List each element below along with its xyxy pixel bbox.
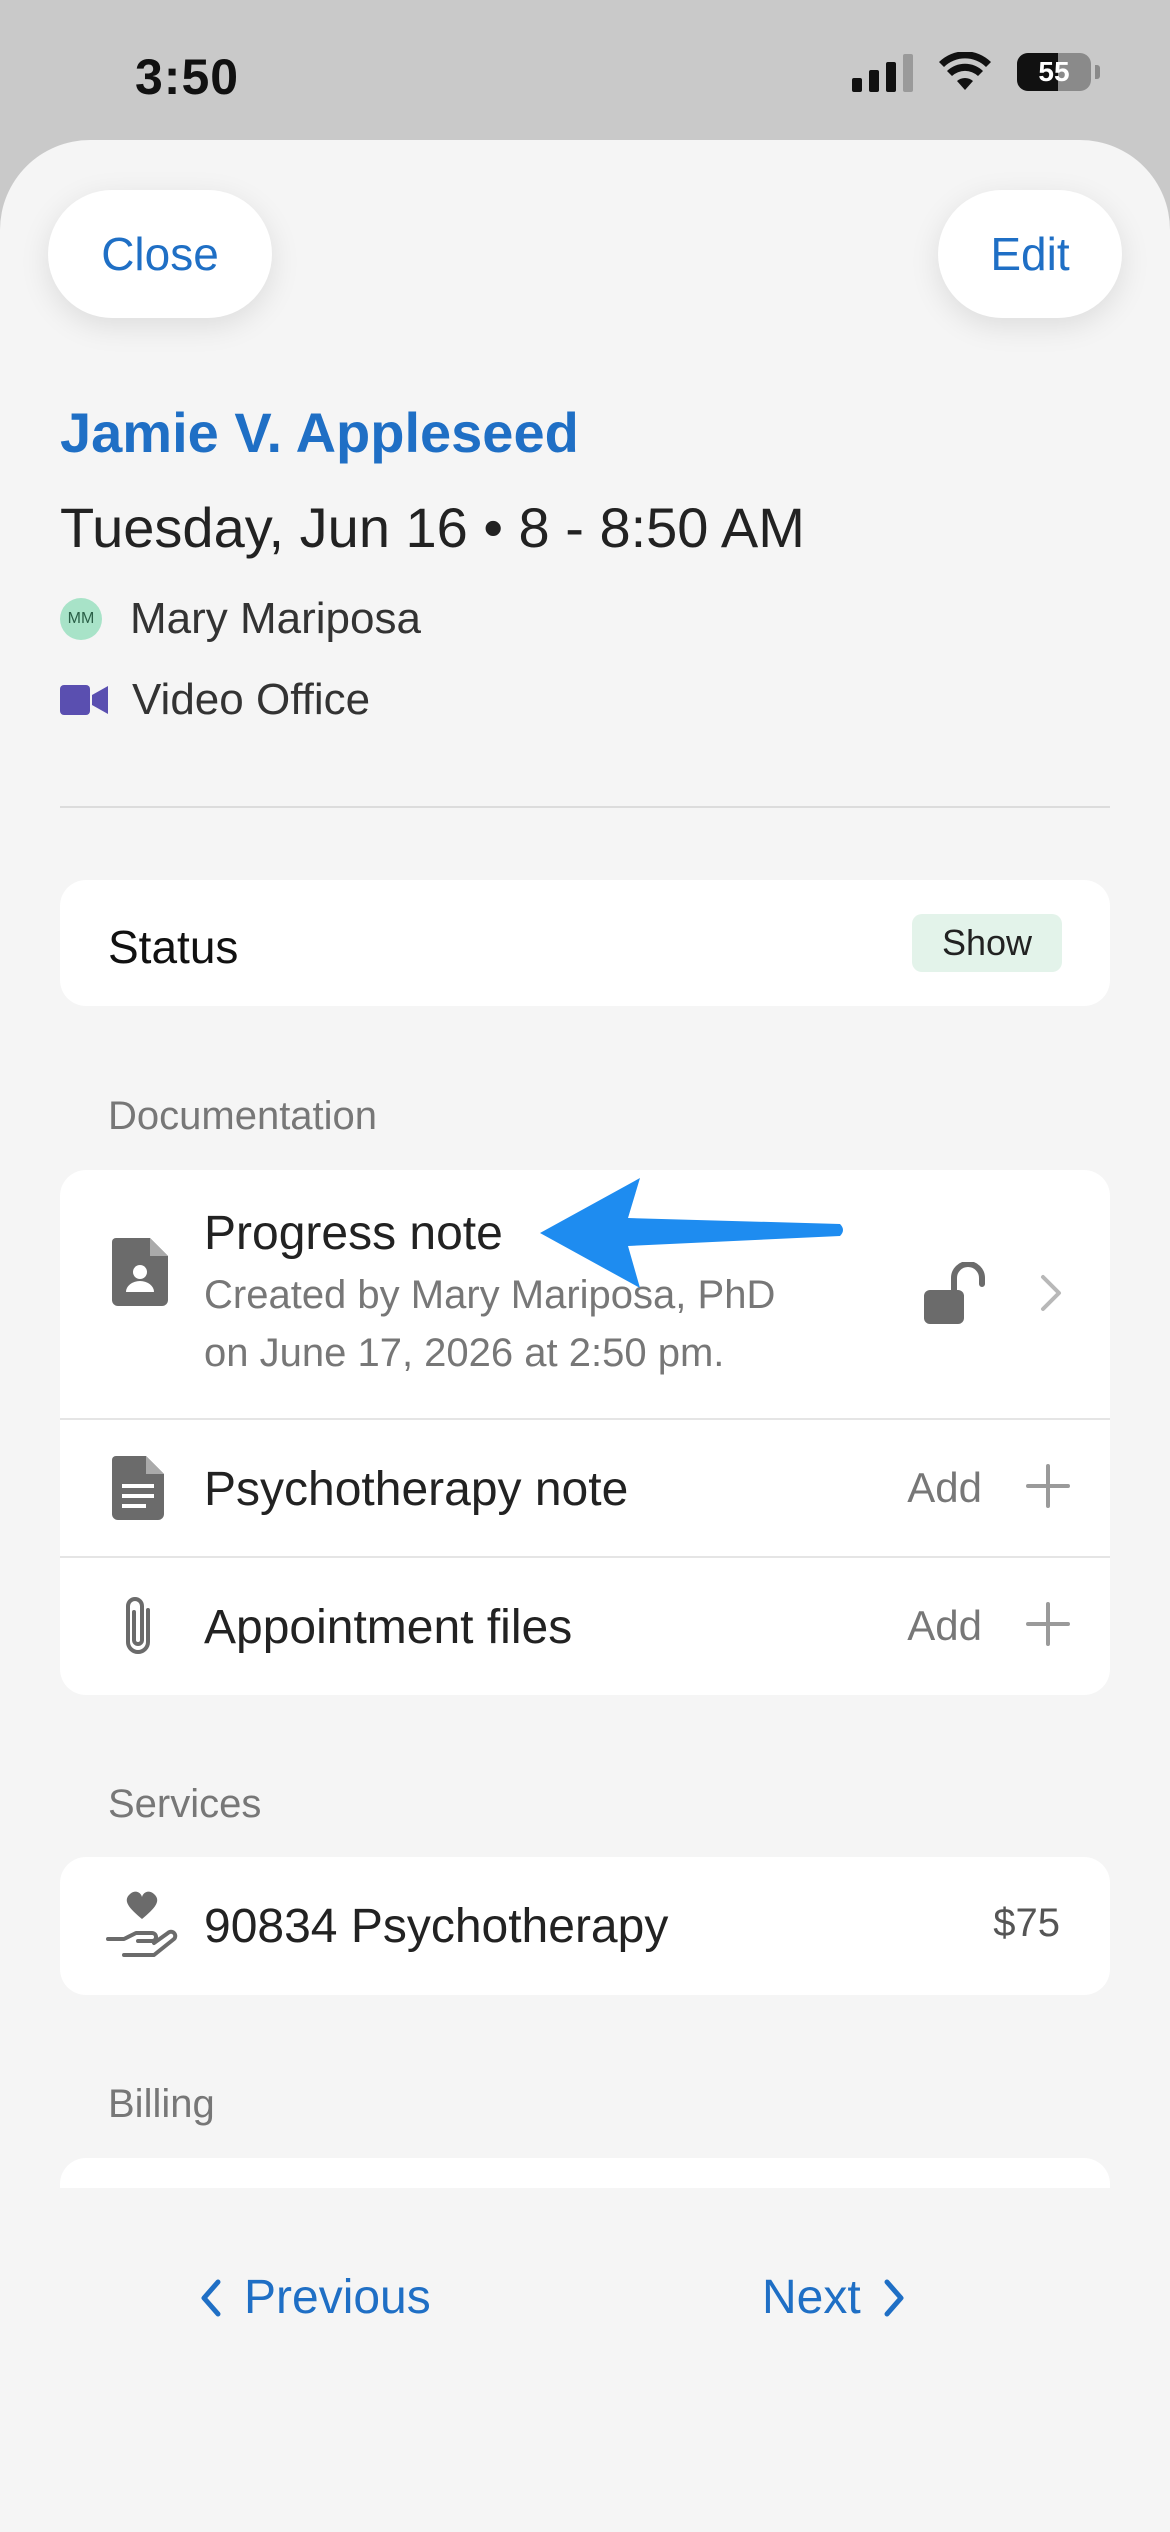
annotation-arrow-icon <box>540 1178 843 1288</box>
chevron-right-icon <box>884 2279 904 2316</box>
status-card[interactable]: Status Show <box>60 880 1110 1006</box>
location-row: Video Office <box>60 675 370 725</box>
status-bar: 3:50 55 <box>0 0 1170 140</box>
video-camera-icon <box>60 685 108 715</box>
appointment-files-row[interactable]: Appointment files Add <box>60 1556 1110 1695</box>
cellular-signal-icon <box>852 52 913 92</box>
paperclip-icon <box>126 1597 150 1654</box>
status-icons: 55 <box>852 52 1100 92</box>
next-label: Next <box>762 2271 861 2324</box>
psychotherapy-note-title: Psychotherapy note <box>204 1463 629 1516</box>
wifi-icon <box>939 52 991 90</box>
billing-section-label: Billing <box>108 2082 215 2126</box>
psychotherapy-note-add-label[interactable]: Add <box>907 1464 982 1512</box>
status-time: 3:50 <box>135 49 240 105</box>
divider <box>60 806 1110 808</box>
plus-icon[interactable] <box>1026 1464 1070 1508</box>
service-price: $75 <box>993 1901 1060 1945</box>
chevron-left-icon <box>201 2279 221 2316</box>
services-section-label: Services <box>108 1782 262 1826</box>
edit-button[interactable]: Edit <box>938 190 1122 318</box>
progress-note-created-date: on June 17, 2026 at 2:50 pm. <box>204 1331 725 1375</box>
previous-label: Previous <box>244 2271 431 2324</box>
service-name: 90834 Psychotherapy <box>204 1900 669 1953</box>
appointment-files-title: Appointment files <box>204 1601 573 1654</box>
previous-button[interactable]: Previous <box>200 2270 431 2325</box>
progress-note-icon <box>112 1238 168 1306</box>
footer-bar <box>0 2188 1170 2532</box>
avatar: MM <box>60 598 102 640</box>
battery-icon: 55 <box>1017 53 1091 91</box>
client-name-link[interactable]: Jamie V. Appleseed <box>60 400 579 465</box>
document-icon <box>112 1456 164 1520</box>
service-item[interactable]: 90834 Psychotherapy $75 <box>60 1857 1110 1995</box>
unlock-icon <box>924 1262 985 1324</box>
plus-icon[interactable] <box>1026 1602 1070 1646</box>
location-label: Video Office <box>132 675 371 724</box>
clinician-row: MM Mary Mariposa <box>60 594 421 644</box>
heart-hand-icon <box>106 1891 178 1957</box>
close-button[interactable]: Close <box>48 190 272 318</box>
chevron-right-icon <box>1041 1275 1061 1311</box>
billing-card[interactable] <box>60 2158 1110 2190</box>
appointment-datetime: Tuesday, Jun 16 • 8 - 8:50 AM <box>60 496 805 559</box>
clinician-name: Mary Mariposa <box>130 594 421 643</box>
next-button[interactable]: Next <box>762 2270 905 2325</box>
progress-note-title: Progress note <box>204 1207 503 1260</box>
status-badge: Show <box>911 914 1062 972</box>
psychotherapy-note-row[interactable]: Psychotherapy note Add <box>60 1418 1110 1558</box>
documentation-section-label: Documentation <box>108 1094 378 1138</box>
battery-level: 55 <box>1038 56 1070 87</box>
appointment-files-add-label[interactable]: Add <box>907 1602 982 1650</box>
status-label: Status <box>108 921 239 973</box>
